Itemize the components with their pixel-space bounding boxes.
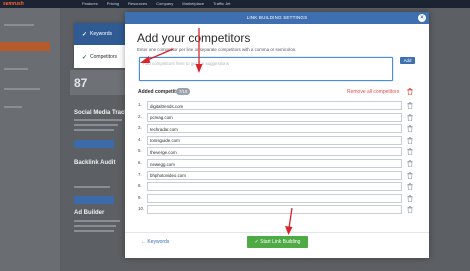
trash-icon[interactable] (407, 136, 413, 144)
start-link-building-button[interactable]: ✓ Start Link Building (247, 236, 308, 248)
semrush-logo: semrush (3, 1, 24, 7)
competitor-value: theverge.com (150, 149, 177, 155)
competitor-field[interactable]: techradar.com (147, 124, 402, 134)
competitor-row: 5. theverge.com (138, 147, 415, 157)
competitor-value: tomsguide.com (150, 138, 180, 144)
row-number: 8. (138, 183, 142, 189)
competitor-field[interactable]: newegg.com (147, 159, 402, 168)
annotation-arrow-start (285, 208, 293, 235)
remove-all-link[interactable]: Remove all competitors (347, 89, 399, 95)
row-number: 6. (138, 160, 142, 165)
trash-icon[interactable] (407, 148, 413, 156)
competitor-field[interactable]: pcmag.com (147, 112, 402, 122)
bg-card-heading: Ad Builder (74, 210, 105, 216)
modal-header-title: LINK BUILDING SETTINGS (246, 15, 308, 20)
competitor-value: bhphotovideo.com (150, 173, 186, 179)
competitor-value: digitaltrends.com (150, 103, 184, 109)
competitors-input[interactable]: Add competitors here to get the suggesti… (139, 57, 393, 81)
row-number: 2. (138, 113, 142, 119)
annotation-arrow-input (195, 28, 203, 73)
row-number: 3. (138, 125, 142, 131)
competitor-field[interactable] (147, 182, 402, 192)
trash-icon[interactable] (407, 183, 413, 191)
competitor-field[interactable]: bhphotovideo.com (147, 170, 402, 180)
left-sidebar (0, 8, 60, 271)
nav-resources[interactable]: Resources (128, 0, 147, 8)
competitor-row: 1. digitaltrends.com (138, 101, 415, 110)
count-badge: 7/10 (176, 88, 191, 95)
close-icon[interactable]: × (418, 14, 426, 22)
step-keywords[interactable]: ✓ Keywords (74, 23, 131, 45)
row-number: 1. (138, 102, 142, 107)
row-number: 9. (138, 194, 142, 200)
trash-icon[interactable] (407, 194, 413, 202)
row-number: 10. (138, 206, 145, 212)
step-competitors[interactable]: ✓ Competitors (74, 46, 131, 68)
page-title: Add your competitors (137, 31, 251, 45)
start-button-label: Start Link Building (260, 239, 301, 245)
trash-icon[interactable] (407, 206, 413, 214)
add-button[interactable]: Add (400, 57, 415, 64)
trash-icon[interactable] (407, 113, 413, 121)
competitor-field[interactable] (147, 205, 402, 215)
trash-icon[interactable] (407, 88, 413, 95)
nav-traffic-jet[interactable]: Traffic Jet (213, 0, 230, 8)
row-number: 7. (138, 171, 142, 177)
checkmark-icon: ✓ (82, 31, 88, 38)
competitor-value: techradar.com (150, 126, 178, 132)
nav-pricing[interactable]: Pricing (107, 0, 119, 8)
competitor-field[interactable]: digitaltrends.com (147, 101, 402, 110)
row-number: 5. (138, 148, 142, 154)
checkmark-icon: ✓ (82, 54, 88, 61)
competitor-row: 2. pcmag.com (138, 112, 415, 122)
nav-company[interactable]: Company (156, 0, 173, 8)
back-to-keywords-link[interactable]: ← Keywords (141, 239, 169, 245)
trash-icon[interactable] (407, 171, 413, 179)
competitor-row: 6. newegg.com (138, 159, 415, 168)
modal-header: LINK BUILDING SETTINGS × (125, 12, 429, 24)
competitor-row: 7. bhphotovideo.com (138, 170, 415, 180)
competitor-field[interactable] (147, 193, 402, 203)
step-label: Competitors (90, 54, 117, 60)
row-number: 4. (138, 136, 142, 142)
step-label: Keywords (90, 31, 112, 37)
competitor-field[interactable]: tomsguide.com (147, 135, 402, 145)
top-nav: Features Pricing Resources Company Marke… (82, 0, 230, 8)
annotation-arrow-step (140, 48, 174, 63)
settings-steps: ✓ Keywords ✓ Competitors (74, 23, 131, 68)
sidebar-highlight (0, 42, 50, 51)
competitor-row: 3. techradar.com (138, 124, 415, 134)
footer-divider (125, 232, 429, 233)
trash-icon[interactable] (407, 160, 413, 167)
competitor-field[interactable]: theverge.com (147, 147, 402, 157)
competitor-row: 4. tomsguide.com (138, 135, 415, 145)
top-bar: semrush Features Pricing Resources Compa… (0, 0, 470, 8)
nav-features[interactable]: Features (82, 0, 98, 8)
competitor-row: 9. (138, 193, 415, 203)
competitor-value: newegg.com (150, 161, 175, 167)
competitor-value: pcmag.com (150, 115, 173, 121)
trash-icon[interactable] (407, 125, 413, 133)
bg-card-heading: Backlink Audit (74, 160, 116, 166)
competitor-row: 10. (138, 205, 415, 215)
bg-score: 87 (74, 76, 88, 90)
nav-marketplace[interactable]: Marketplace (182, 0, 204, 8)
trash-icon[interactable] (407, 102, 413, 109)
competitor-row: 8. (138, 182, 415, 192)
